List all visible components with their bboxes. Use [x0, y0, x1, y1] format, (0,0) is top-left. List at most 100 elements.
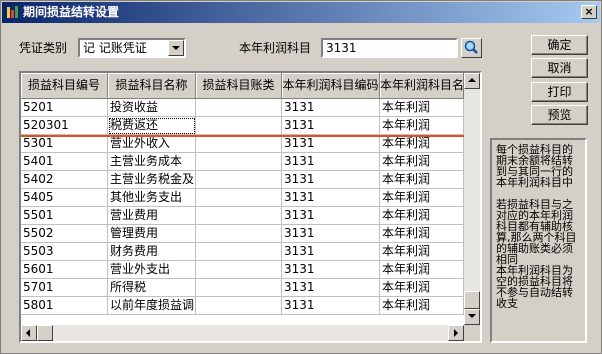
table-cell[interactable]	[196, 207, 282, 225]
preview-button[interactable]: 预览	[531, 105, 588, 125]
table-cell[interactable]: 5701	[21, 279, 108, 297]
table-cell[interactable]	[196, 261, 282, 279]
table-cell[interactable]	[196, 243, 282, 261]
table-row[interactable]: 5301 营业外收入 3131 本年利润	[21, 135, 464, 153]
table-cell[interactable]: 所得税	[108, 279, 196, 297]
vertical-scroll-thumb[interactable]	[464, 291, 480, 309]
table-cell[interactable]: 5801	[21, 297, 108, 315]
column-header[interactable]: 损益科目账类	[196, 73, 282, 99]
table-cell[interactable]: 5503	[21, 243, 108, 261]
table-cell[interactable]: 5402	[21, 171, 108, 189]
table-cell[interactable]: 营业外支出	[108, 261, 196, 279]
table-cell[interactable]: 3131	[282, 279, 380, 297]
table-cell[interactable]: 3131	[282, 135, 380, 153]
table-cell[interactable]	[196, 135, 282, 153]
table-cell[interactable]: 税费返还	[108, 117, 196, 135]
table-cell[interactable]	[196, 297, 282, 315]
voucher-type-value: 记 记账凭证	[83, 41, 147, 55]
arrow-up-icon[interactable]	[464, 73, 480, 89]
table-cell[interactable]: 3131	[282, 261, 380, 279]
column-header[interactable]: 损益科目名称	[108, 73, 196, 99]
table-cell[interactable]: 本年利润	[380, 297, 464, 315]
table-cell[interactable]: 3131	[282, 153, 380, 171]
horizontal-scroll-thumb[interactable]	[37, 325, 53, 341]
horizontal-scrollbar[interactable]	[21, 325, 464, 341]
arrow-left-icon[interactable]	[21, 325, 37, 341]
search-button[interactable]	[461, 38, 482, 58]
table-cell[interactable]	[196, 189, 282, 207]
table-cell[interactable]: 5401	[21, 153, 108, 171]
table-cell[interactable]: 本年利润	[380, 171, 464, 189]
profit-account-input[interactable]: 3131	[321, 38, 458, 58]
table-cell[interactable]: 营业外收入	[108, 135, 196, 153]
table-cell[interactable]: 3131	[282, 225, 380, 243]
table-row[interactable]: 5402 主营业务税金及 3131 本年利润	[21, 171, 464, 189]
table-cell[interactable]: 管理费用	[108, 225, 196, 243]
table-cell[interactable]: 5502	[21, 225, 108, 243]
table-cell[interactable]: 520301	[21, 117, 108, 135]
table-cell[interactable]	[196, 153, 282, 171]
print-button[interactable]: 打印	[531, 82, 588, 102]
table-cell[interactable]: 本年利润	[380, 117, 464, 135]
table-cell[interactable]	[196, 279, 282, 297]
table-cell[interactable]	[196, 171, 282, 189]
table-cell[interactable]: 5405	[21, 189, 108, 207]
voucher-type-select[interactable]: 记 记账凭证	[78, 38, 186, 58]
table-cell[interactable]: 5201	[21, 99, 108, 117]
table-cell[interactable]: 主营业务税金及	[108, 171, 196, 189]
account-table[interactable]: 损益科目编号 损益科目名称 损益科目账类 本年利润科目编码 本年利润科目名称 5…	[19, 71, 482, 343]
column-header[interactable]: 本年利润科目名称	[380, 73, 464, 99]
window-title: 期间损益结转设置	[23, 5, 120, 19]
cancel-button[interactable]: 取消	[531, 58, 588, 78]
table-row[interactable]: 5501 营业费用 3131 本年利润	[21, 207, 464, 225]
table-cell[interactable]: 本年利润	[380, 207, 464, 225]
table-cell[interactable]: 本年利润	[380, 279, 464, 297]
table-row[interactable]: 5601 营业外支出 3131 本年利润	[21, 261, 464, 279]
ok-button[interactable]: 确定	[531, 35, 588, 55]
chevron-down-icon[interactable]	[168, 40, 184, 56]
close-icon[interactable]: ×	[581, 5, 597, 19]
table-cell[interactable]: 3131	[282, 99, 380, 117]
table-cell[interactable]: 财务费用	[108, 243, 196, 261]
table-row[interactable]: 5401 主营业务成本 3131 本年利润	[21, 153, 464, 171]
table-cell[interactable]: 以前年度损益调	[108, 297, 196, 315]
table-cell[interactable]	[196, 117, 282, 135]
table-cell[interactable]: 本年利润	[380, 189, 464, 207]
table-cell[interactable]: 5301	[21, 135, 108, 153]
help-note: 每个损益科目的期末余额将结转到与其同一行的本年利润科目中 若损益科目与之对应的本…	[490, 138, 587, 343]
table-row[interactable]: 5503 财务费用 3131 本年利润	[21, 243, 464, 261]
arrow-right-icon[interactable]	[448, 325, 464, 341]
table-cell[interactable]: 3131	[282, 171, 380, 189]
table-row[interactable]: 5405 其他业务支出 3131 本年利润	[21, 189, 464, 207]
table-row[interactable]: 5201 投资收益 3131 本年利润	[21, 99, 464, 117]
table-row[interactable]: 5502 管理费用 3131 本年利润	[21, 225, 464, 243]
table-row[interactable]: 520301 税费返还 3131 本年利润	[21, 117, 464, 135]
table-cell[interactable]: 3131	[282, 297, 380, 315]
table-cell[interactable]: 3131	[282, 189, 380, 207]
table-cell[interactable]: 本年利润	[380, 261, 464, 279]
table-cell[interactable]: 5501	[21, 207, 108, 225]
column-header[interactable]: 损益科目编号	[21, 73, 108, 99]
table-cell[interactable]: 3131	[282, 207, 380, 225]
title-bar: 期间损益结转设置 ×	[2, 2, 600, 23]
table-cell[interactable]	[196, 99, 282, 117]
table-cell[interactable]: 投资收益	[108, 99, 196, 117]
table-cell[interactable]: 5601	[21, 261, 108, 279]
table-cell[interactable]: 3131	[282, 243, 380, 261]
table-row[interactable]: 5701 所得税 3131 本年利润	[21, 279, 464, 297]
table-cell[interactable]: 本年利润	[380, 153, 464, 171]
table-cell[interactable]: 本年利润	[380, 135, 464, 153]
arrow-down-icon[interactable]	[464, 309, 480, 325]
table-cell[interactable]	[196, 225, 282, 243]
table-cell[interactable]: 本年利润	[380, 99, 464, 117]
table-cell[interactable]: 本年利润	[380, 225, 464, 243]
search-icon	[464, 40, 478, 54]
table-cell[interactable]: 3131	[282, 117, 380, 135]
vertical-scrollbar[interactable]	[464, 73, 480, 325]
table-row[interactable]: 5801 以前年度损益调 3131 本年利润	[21, 297, 464, 315]
table-cell[interactable]: 本年利润	[380, 243, 464, 261]
table-cell[interactable]: 主营业务成本	[108, 153, 196, 171]
column-header[interactable]: 本年利润科目编码	[282, 73, 380, 99]
table-cell[interactable]: 其他业务支出	[108, 189, 196, 207]
table-cell[interactable]: 营业费用	[108, 207, 196, 225]
